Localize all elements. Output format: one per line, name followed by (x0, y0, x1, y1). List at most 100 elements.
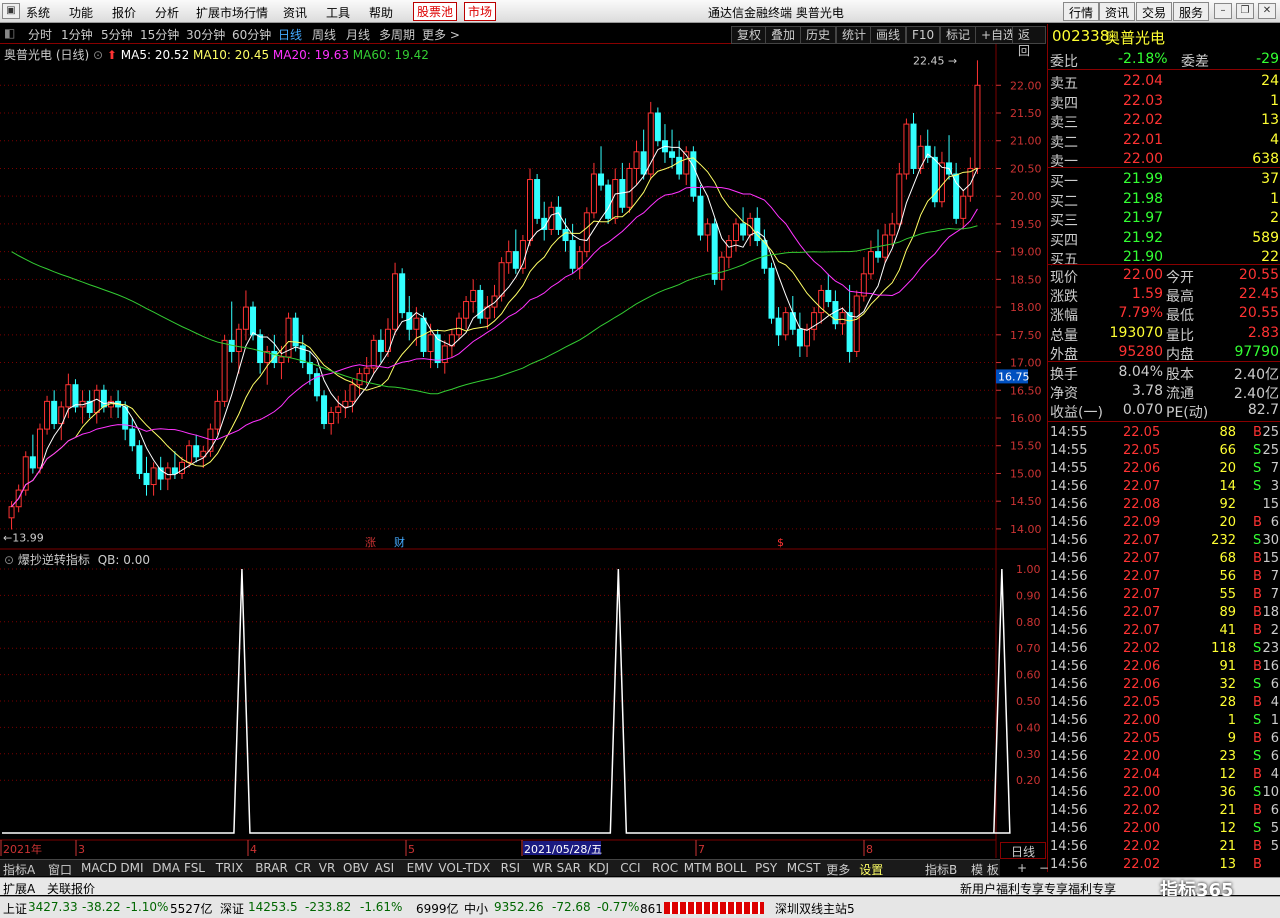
candle-body (207, 428, 214, 452)
tool-adjust[interactable]: 复权 (731, 26, 768, 44)
nav-market-button[interactable]: 行情 (1063, 2, 1100, 21)
indicator-tab[interactable]: EMV (407, 861, 433, 875)
tool-mark[interactable]: 标记 (940, 26, 977, 44)
indicator-tab[interactable]: ASI (375, 861, 394, 875)
indicator-tab[interactable]: VOL-TDX (438, 861, 490, 875)
candle-body (93, 389, 100, 413)
menu-market[interactable]: 市场 (464, 2, 497, 21)
nav-trade-button[interactable]: 交易 (1136, 2, 1173, 21)
indicator-tab[interactable]: MCST (787, 861, 821, 875)
tool-draw[interactable]: 画线 (870, 26, 907, 44)
restore-icon[interactable]: ❐ (1236, 3, 1254, 19)
indicator-tab[interactable]: WR (532, 861, 552, 875)
template-tab[interactable]: 指标B (925, 861, 957, 878)
indicator-tick-label: 0.80 (1016, 616, 1041, 629)
menu-news[interactable]: 资讯 (283, 4, 307, 21)
menu-bar: ▣ 系统 功能 报价 分析 扩展市场行情 资讯 工具 帮助 股票池 市场 通达信… (0, 0, 1280, 23)
menu-ext-market[interactable]: 扩展市场行情 (196, 4, 268, 21)
indicator-tab[interactable]: MACD (81, 861, 117, 875)
promo-ticker[interactable]: 新用户福利专享专享福利专享 (960, 880, 1116, 897)
indicator-tick-label: 0.20 (1016, 774, 1041, 787)
candle-body (491, 295, 498, 308)
period-60min[interactable]: 60分钟 (232, 26, 271, 43)
menu-quote[interactable]: 报价 (112, 4, 136, 21)
market-breadth-bar (664, 902, 764, 914)
indicator-tab[interactable]: PSY (755, 861, 777, 875)
panel-toggle-icon[interactable]: ◧ (4, 26, 15, 40)
indicator-tab[interactable]: KDJ (588, 861, 609, 875)
period-1min[interactable]: 1分钟 (61, 26, 93, 43)
menu-analysis[interactable]: 分析 (155, 4, 179, 21)
candle-body (782, 312, 789, 336)
period-5min[interactable]: 5分钟 (101, 26, 133, 43)
indicator-tab[interactable]: MTM (684, 861, 712, 875)
period-30min[interactable]: 30分钟 (186, 26, 225, 43)
indicator-tab[interactable]: 更多 (826, 861, 850, 878)
nav-news-button[interactable]: 资讯 (1099, 2, 1136, 21)
related-quote-tab[interactable]: 关联报价 (47, 880, 95, 897)
template-tab[interactable]: − (1039, 861, 1049, 875)
candle-body (356, 373, 363, 386)
indicator-settings-icon[interactable]: ⊙ (4, 553, 14, 567)
close-icon[interactable]: ✕ (1258, 3, 1276, 19)
period-monthly[interactable]: 月线 (346, 26, 370, 43)
indicator-tab[interactable]: TRIX (216, 861, 243, 875)
app-icon[interactable]: ▣ (2, 3, 20, 19)
tick-row: 14:56 22.07 41 B 2 (1050, 623, 1279, 638)
indicator-tab[interactable]: OBV (343, 861, 369, 875)
candle-body (669, 151, 676, 158)
nav-service-button[interactable]: 服务 (1173, 2, 1210, 21)
candle-body (725, 240, 732, 258)
indicator-tab[interactable]: SAR (557, 861, 581, 875)
tick-row: 14:56 22.09 20 B 6 (1050, 515, 1279, 530)
tool-f10[interactable]: F10 (906, 26, 941, 44)
indicator-tab[interactable]: FSL (184, 861, 205, 875)
indicator-tab[interactable]: ROC (652, 861, 678, 875)
server-name[interactable]: 深圳双线主站5 (775, 900, 855, 917)
menu-help[interactable]: 帮助 (369, 4, 393, 21)
minimize-icon[interactable]: – (1214, 3, 1232, 19)
indicator-tab[interactable]: DMI (120, 861, 143, 875)
period-weekly[interactable]: 周线 (312, 26, 336, 43)
tool-history[interactable]: 历史 (800, 26, 837, 44)
indicator-tab[interactable]: DMA (152, 861, 180, 875)
ext-a-tab[interactable]: 扩展A (3, 880, 35, 897)
indicator-tab[interactable]: 窗口 (48, 861, 72, 878)
tick-row: 14:56 22.06 91 B 16 (1050, 659, 1279, 674)
menu-function[interactable]: 功能 (69, 4, 93, 21)
indicator-tab[interactable]: CCI (620, 861, 640, 875)
ma20-label: MA20: 19.63 (272, 48, 349, 62)
tick-row: 14:55 22.06 20 S 7 (1050, 461, 1279, 476)
date-label: 7 (698, 843, 705, 856)
menu-tools[interactable]: 工具 (326, 4, 350, 21)
indicator-tab[interactable]: VR (319, 861, 336, 875)
candle-body (697, 195, 704, 236)
template-tab[interactable]: 模 板 (971, 861, 999, 878)
period-more[interactable]: 更多 > (422, 26, 460, 43)
sh-percent: -1.10% (126, 900, 169, 914)
indicator-tab[interactable]: 设置 (859, 861, 883, 878)
indicator-tab[interactable]: BOLL (716, 861, 747, 875)
window-title: 通达信金融终端 奥普光电 (708, 6, 844, 20)
indicator-tab[interactable]: RSI (501, 861, 521, 875)
kline-chart[interactable]: 22.00 21.50 21.00 20.50 20.00 19.50 19.00 18.50… (0, 44, 1046, 858)
period-intraday[interactable]: 分时 (28, 26, 52, 43)
indicator-tab[interactable]: CR (295, 861, 312, 875)
menu-system[interactable]: 系统 (26, 4, 50, 21)
candle-body (867, 251, 874, 275)
period-multi[interactable]: 多周期 (379, 26, 415, 43)
template-tab[interactable]: + (1017, 861, 1027, 875)
menu-stock-pool[interactable]: 股票池 (413, 2, 458, 21)
period-15min[interactable]: 15分钟 (140, 26, 179, 43)
candle-body (640, 151, 647, 175)
indicator-tab[interactable]: BRAR (255, 861, 288, 875)
candle-body (583, 212, 590, 253)
tool-back[interactable]: 返回 (1012, 26, 1046, 58)
indicator-tab[interactable]: 指标A (3, 861, 35, 878)
settings-icon[interactable]: ⊙ (93, 48, 103, 62)
tool-overlay[interactable]: 叠加 (765, 26, 802, 44)
bid-row: 买四 21.92 589 (1050, 229, 1279, 249)
tool-stats[interactable]: 统计 (836, 26, 873, 44)
period-daily[interactable]: 日线 (278, 26, 302, 43)
candle-body (406, 312, 413, 330)
